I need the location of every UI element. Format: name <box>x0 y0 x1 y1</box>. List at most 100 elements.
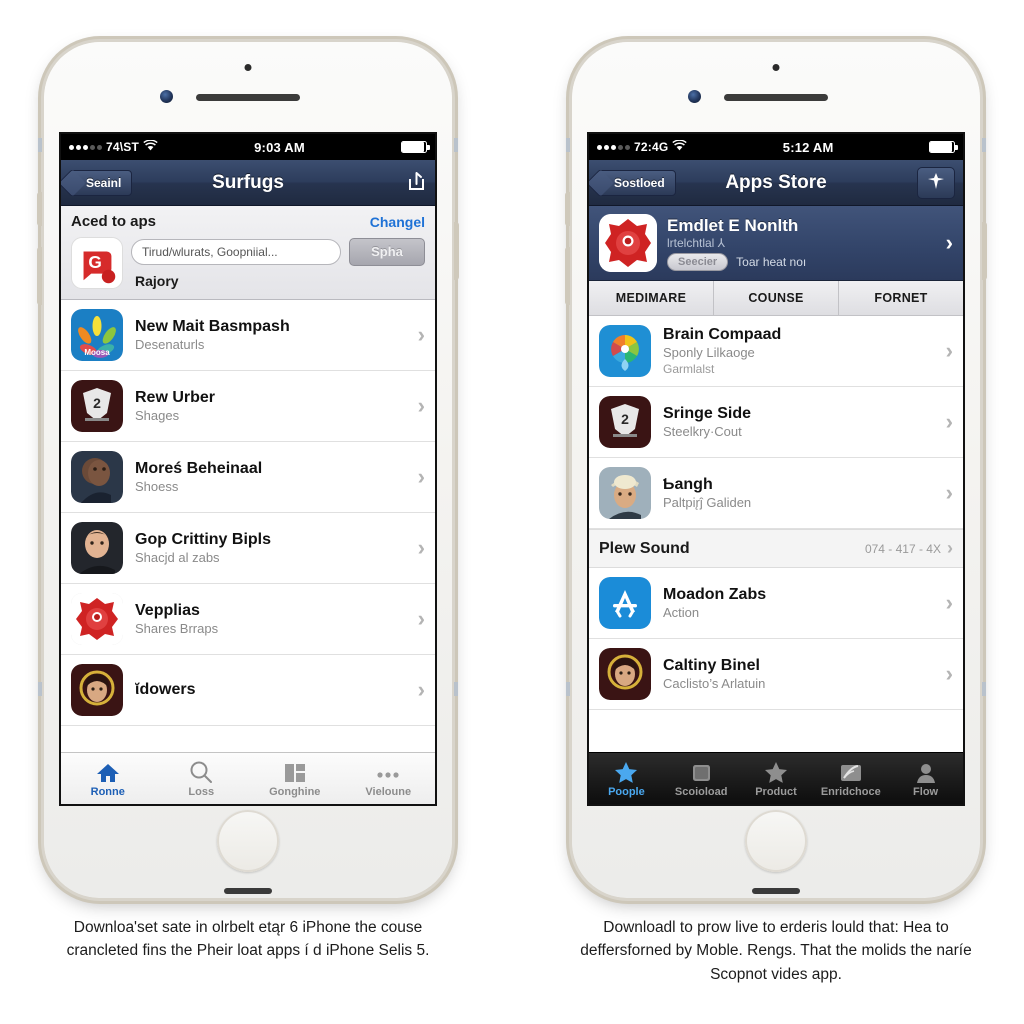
list-item-title: Vepplias <box>135 601 200 619</box>
list-item[interactable]: Brain Compaad Sponly Lilkaoge Garmlalst … <box>589 316 963 388</box>
tab-people[interactable]: Poople <box>589 753 664 804</box>
compose-header: Aced to aps Changel <box>71 213 425 230</box>
list-item-title: Gop Crittiny Bipls <box>135 530 271 548</box>
grid-icon <box>283 760 307 784</box>
status-bar: 72:4G 5:12 AM <box>589 134 963 160</box>
banner-pill-badge[interactable]: Seecier <box>667 252 729 271</box>
antenna-line <box>38 682 42 696</box>
back-button[interactable]: Sostloed <box>597 169 676 196</box>
list-item-text: Moadon Zabs Action <box>663 585 934 622</box>
power-button[interactable] <box>982 222 987 280</box>
tab-home[interactable]: Ronne <box>61 753 155 804</box>
tab-product[interactable]: Product <box>739 753 814 804</box>
list-item[interactable]: 2 Rew Urber Shages › <box>61 371 435 442</box>
tab-grid[interactable]: Gonghine <box>248 753 342 804</box>
list-item[interactable]: Vepplias Shares Brraps › <box>61 584 435 655</box>
section-header-row[interactable]: Plew Sound 074 - 417 - 4X › <box>589 529 963 569</box>
segment-tab-1[interactable]: COUNSE <box>714 281 839 315</box>
rainbow-peacock-icon: Moosa <box>71 309 123 361</box>
screenshot-stage: 74\ST 9:03 AM Seainl Surfugs Aced to aps… <box>0 0 1024 1024</box>
signal-strength-icon <box>69 144 102 150</box>
share-arrow-icon[interactable] <box>405 170 427 196</box>
person-icon <box>915 760 937 784</box>
left-phone-screen: 74\ST 9:03 AM Seainl Surfugs Aced to aps… <box>59 132 437 806</box>
tab-flow[interactable]: Flow <box>888 753 963 804</box>
antenna-line <box>38 138 42 152</box>
antenna-line <box>454 682 458 696</box>
red-g-app-icon: G <box>71 237 123 289</box>
list-item[interactable]: ῐdowers › <box>61 655 435 726</box>
list-item-title: Moadon Zabs <box>663 586 767 604</box>
left-phone-device: 74\ST 9:03 AM Seainl Surfugs Aced to aps… <box>37 42 459 898</box>
list-item-title: Caltiny Binel <box>663 657 760 675</box>
list-item-title: Brain Compaad <box>663 326 782 343</box>
list-item[interactable]: 2 Sringe Side Steelkry·Cout › <box>589 387 963 459</box>
battery-icon <box>928 141 958 153</box>
earpiece-speaker <box>196 94 300 101</box>
plus-badge-icon[interactable] <box>917 166 955 199</box>
swirl-card-icon <box>839 760 863 784</box>
list-item-subtitle: Shoess <box>135 478 179 494</box>
tab-label: Ronne <box>90 785 125 798</box>
featured-banner[interactable]: Emdlet E Nonlth lrtelchtlal ⅄ Seecier To… <box>589 206 963 281</box>
wifi-icon <box>143 139 158 154</box>
compose-subtitle: Rajory <box>135 272 179 289</box>
content-scroll-area[interactable]: Emdlet E Nonlth lrtelchtlal ⅄ Seecier To… <box>589 206 963 804</box>
content-scroll-area[interactable]: Aced to aps Changel G Tirud/wlurats, Goo… <box>61 206 435 804</box>
woman-halo-portrait-icon <box>599 648 651 701</box>
tab-label: Product <box>755 785 797 798</box>
lightning-port <box>752 888 800 894</box>
list-item-subtitle: Action <box>663 605 700 621</box>
message-input[interactable]: Tirud/wlurats, Goopniial... <box>131 238 341 265</box>
man-portrait-icon <box>71 451 123 503</box>
tab-more[interactable]: Vieloune <box>342 753 436 804</box>
list-item-subtitle: Shacjd al zabs <box>135 549 220 565</box>
change-link[interactable]: Changel <box>370 214 425 230</box>
tab-download[interactable]: Scoioload <box>664 753 739 804</box>
list-item-subtitle: Sponly Lilkaoge <box>663 345 755 360</box>
chevron-right-icon: › <box>417 464 425 489</box>
left-phone-column: 74\ST 9:03 AM Seainl Surfugs Aced to aps… <box>37 42 459 1024</box>
list-item-title: ῐdowers <box>135 681 196 698</box>
home-button[interactable] <box>745 810 807 872</box>
chevron-right-icon: › <box>417 393 425 418</box>
segment-tab-0[interactable]: MEDIMARE <box>589 281 714 315</box>
woman-halo-portrait-icon <box>71 664 123 716</box>
tab-enrichoce[interactable]: Enridchoce <box>813 753 888 804</box>
list-item[interactable]: Moadon Zabs Action › <box>589 568 963 640</box>
dark-shield-trophy-icon: 2 <box>599 396 651 449</box>
section-label: Plew Sound <box>599 539 690 557</box>
chevron-right-icon: › <box>945 230 953 255</box>
compose-row: G Tirud/wlurats, Goopniial... Spha Rajor… <box>71 237 425 289</box>
compose-panel: Aced to aps Changel G Tirud/wlurats, Goo… <box>61 206 435 300</box>
list-item-text: Caltiny Binel Caclisto’s Arlatuin <box>663 656 934 693</box>
back-button[interactable]: Seainl <box>69 169 133 196</box>
power-button[interactable] <box>454 222 459 280</box>
list-item[interactable]: Gop Crittiny Bipls Shacjd al zabs › <box>61 513 435 584</box>
chevron-right-icon: › <box>417 677 425 702</box>
tab-search[interactable]: Loss <box>155 753 249 804</box>
list-item[interactable]: Caltiny Binel Caclisto’s Arlatuin › <box>589 639 963 711</box>
navigation-bar: Sostloed Apps Store <box>589 160 963 206</box>
banner-meta: Toar heat noı <box>736 254 807 269</box>
list-item[interactable]: Ƅangh Paltpir̨ĵ Galiden › <box>589 458 963 530</box>
list-item[interactable]: Moosa New Mait Basmpash Desenaturls › <box>61 300 435 371</box>
red-emblem-icon <box>599 214 657 272</box>
left-list: Moosa New Mait Basmpash Desenaturls › 2 <box>61 300 435 726</box>
home-button[interactable] <box>217 810 279 872</box>
list-item-text: Sringe Side Steelkry·Cout <box>663 404 934 441</box>
list-item-title: New Mait Basmpash <box>135 317 290 335</box>
list-item[interactable]: Moreś Beheinaal Shoess › <box>61 442 435 513</box>
segment-tab-2[interactable]: FORNET <box>839 281 963 315</box>
chevron-right-icon: › <box>417 322 425 347</box>
banner-meta-row: Seecier Toar heat noı <box>667 252 936 271</box>
send-button[interactable]: Spha <box>349 237 425 266</box>
home-icon <box>96 760 120 784</box>
list-item-text: Brain Compaad Sponly Lilkaoge Garmlalst <box>663 325 934 377</box>
antenna-line <box>566 138 570 152</box>
proximity-sensor-icon <box>244 64 252 71</box>
lightning-port <box>224 888 272 894</box>
carrier-label: 72:4G <box>634 140 669 154</box>
red-emblem-icon <box>71 593 123 645</box>
list-item-title: Moreś Beheinaal <box>135 459 263 477</box>
